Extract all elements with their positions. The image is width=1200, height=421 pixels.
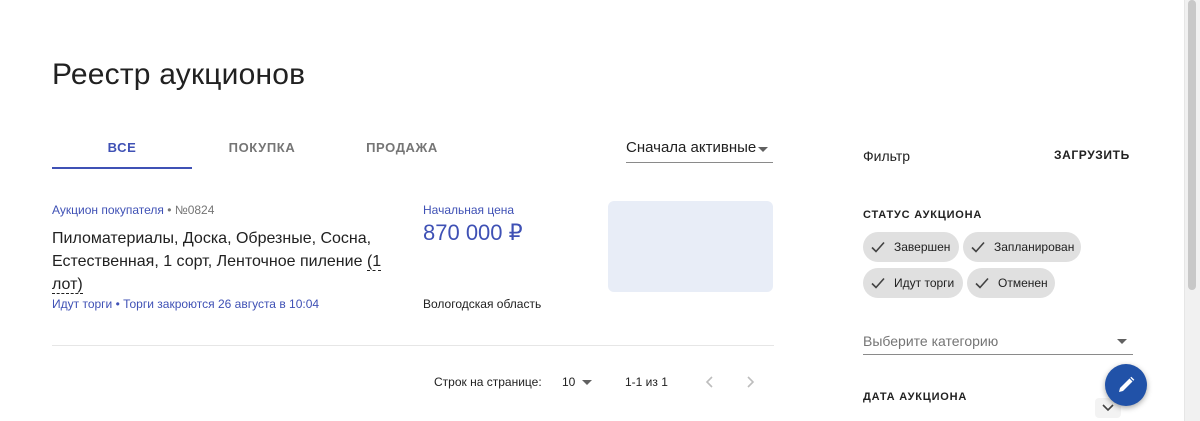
- edit-fab-button[interactable]: [1105, 364, 1147, 406]
- auction-type: Аукцион покупателя: [52, 203, 164, 217]
- auction-region: Вологодская область: [423, 297, 542, 311]
- page-title: Реестр аукционов: [52, 58, 306, 91]
- sort-select-value: Сначала активные: [626, 139, 757, 156]
- sort-select[interactable]: Сначала активные: [626, 136, 773, 163]
- meta-separator: •: [167, 203, 172, 217]
- pencil-icon: [1119, 376, 1135, 392]
- chevron-down-icon: [582, 380, 592, 385]
- chip-trading[interactable]: Идут торги: [863, 268, 963, 298]
- tab-sell[interactable]: ПРОДАЖА: [332, 128, 472, 168]
- check-icon: [971, 241, 985, 253]
- scrollbar-thumb[interactable]: [1188, 0, 1196, 290]
- tab-bar: ВСЕ ПОКУПКА ПРОДАЖА: [52, 128, 484, 170]
- rows-per-page-value: 10: [562, 375, 576, 389]
- auction-card[interactable]: Аукцион покупателя • №0824 Пиломатериалы…: [52, 195, 774, 315]
- tab-buy[interactable]: ПОКУПКА: [192, 128, 332, 168]
- check-icon: [871, 277, 885, 289]
- filter-title: Фильтр: [863, 148, 911, 164]
- chevron-down-icon: [1102, 404, 1114, 412]
- chip-label: Завершен: [894, 240, 951, 254]
- next-page-button[interactable]: [740, 372, 760, 392]
- auction-meta: Аукцион покупателя • №0824: [52, 203, 214, 217]
- pagination: Строк на странице: 10 1-1 из 1: [434, 370, 774, 394]
- check-icon: [871, 241, 885, 253]
- chip-label: Идут торги: [894, 276, 955, 290]
- chip-scheduled[interactable]: Запланирован: [963, 232, 1081, 262]
- page-range: 1-1 из 1: [625, 375, 668, 389]
- prev-page-button[interactable]: [700, 372, 720, 392]
- chevron-left-icon: [705, 376, 713, 388]
- chevron-down-icon: [1117, 339, 1127, 344]
- price-label: Начальная цена: [423, 203, 515, 217]
- status-section-title: СТАТУС АУКЦИОНА: [863, 209, 983, 221]
- check-icon: [975, 277, 989, 289]
- category-placeholder: Выберите категорию: [863, 333, 999, 349]
- rows-per-page-select[interactable]: 10: [562, 370, 594, 394]
- active-tab-indicator: [52, 167, 192, 169]
- auction-status: Идут торги • Торги закроются 26 августа …: [52, 297, 320, 311]
- chip-label: Запланирован: [994, 240, 1075, 254]
- status-chips: Завершен Запланирован Идут торги Отменен: [863, 232, 1143, 298]
- category-select[interactable]: Выберите категорию: [863, 328, 1133, 355]
- divider: [52, 345, 774, 346]
- auction-price: 870 000 ₽: [423, 220, 523, 245]
- auction-number: №0824: [174, 203, 215, 217]
- date-section-title: ДАТА АУКЦИОНА: [863, 391, 968, 403]
- chip-cancelled[interactable]: Отменен: [967, 268, 1055, 298]
- rows-per-page-label: Строк на странице:: [434, 375, 542, 389]
- auction-title-text: Пиломатериалы, Доска, Обрезные, Сосна, Е…: [52, 230, 372, 270]
- auction-title: Пиломатериалы, Доска, Обрезные, Сосна, Е…: [52, 227, 392, 296]
- auction-image-placeholder: [608, 201, 773, 292]
- load-button[interactable]: ЗАГРУЗИТЬ: [1054, 148, 1130, 162]
- chip-label: Отменен: [998, 276, 1048, 290]
- chevron-down-icon: [758, 147, 768, 152]
- chevron-right-icon: [747, 376, 755, 388]
- tab-all[interactable]: ВСЕ: [52, 128, 192, 168]
- chip-completed[interactable]: Завершен: [863, 232, 959, 262]
